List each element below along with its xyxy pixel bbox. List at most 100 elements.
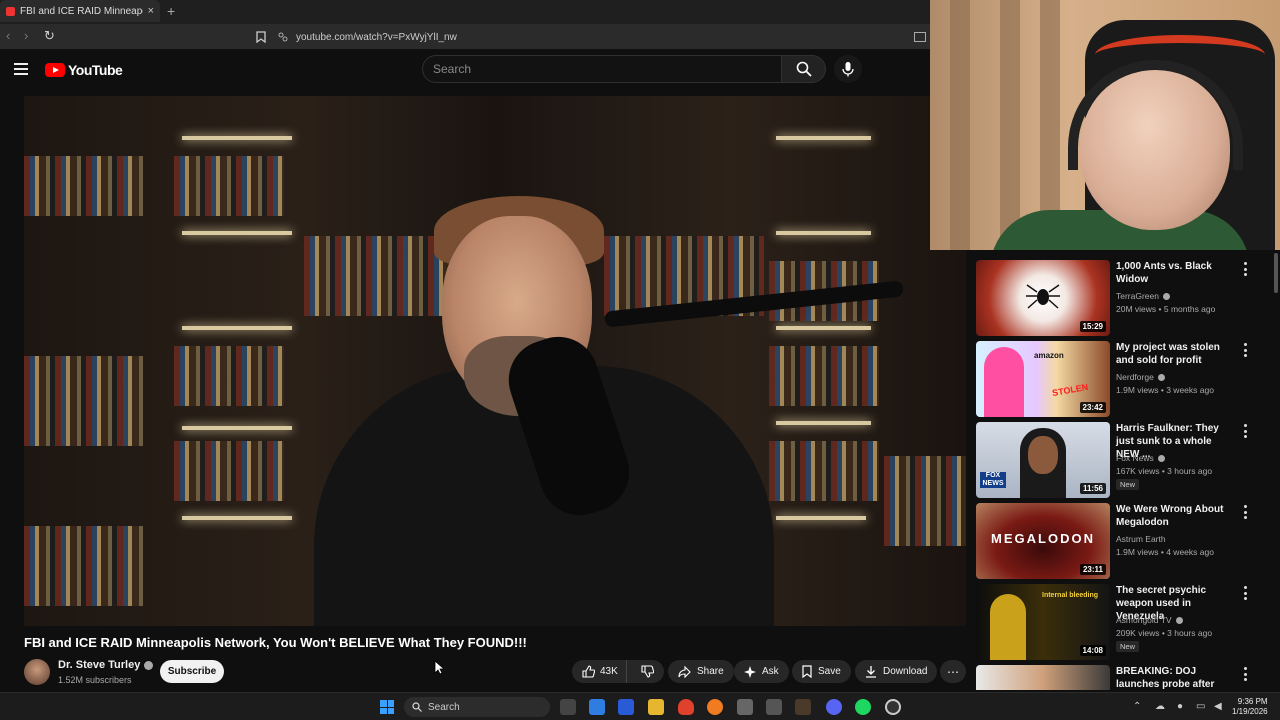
- more-options-icon[interactable]: [1240, 424, 1250, 438]
- video-duration: 23:42: [1079, 402, 1106, 413]
- share-label: Share: [697, 666, 724, 677]
- brave-browser-icon[interactable]: [678, 699, 694, 715]
- like-button[interactable]: 43K: [572, 660, 627, 683]
- network-icon[interactable]: ▭: [1196, 701, 1205, 712]
- channel-name[interactable]: Asmongold TV: [1116, 615, 1183, 625]
- video-thumbnail[interactable]: amazon STOLEN 23:42: [976, 341, 1110, 417]
- channel-avatar[interactable]: [24, 659, 50, 685]
- mouse-cursor-icon: [434, 660, 444, 675]
- download-icon: [866, 666, 876, 678]
- task-view-icon[interactable]: [560, 699, 576, 715]
- app-icon[interactable]: [589, 699, 605, 715]
- channel-name[interactable]: TerraGreen: [1116, 291, 1170, 301]
- channel-name[interactable]: Fox News: [1116, 453, 1165, 463]
- video-title[interactable]: We Were Wrong About Megalodon: [1116, 503, 1236, 529]
- subscriber-count: 1.52M subscribers: [58, 675, 132, 685]
- bookshelf: [769, 346, 879, 406]
- more-options-icon[interactable]: [1240, 505, 1250, 519]
- verified-icon: [1157, 455, 1165, 463]
- ask-label: Ask: [762, 666, 779, 677]
- reload-icon[interactable]: ↻: [44, 28, 55, 44]
- subscribe-button[interactable]: Subscribe: [160, 660, 224, 683]
- dislike-button[interactable]: [633, 665, 662, 678]
- fox-news-logo: FOX NEWS: [980, 472, 1006, 488]
- microphone-icon: [842, 62, 854, 77]
- volume-icon[interactable]: ◀: [1214, 701, 1222, 712]
- recommendation-item[interactable]: 15:29 1,000 Ants vs. Black Widow TerraGr…: [976, 258, 1276, 336]
- more-actions-icon[interactable]: ⋯: [940, 660, 966, 683]
- youtube-play-icon: [45, 63, 65, 77]
- back-arrow-icon[interactable]: ‹: [6, 28, 10, 43]
- chevron-up-icon[interactable]: ⌃: [1133, 701, 1141, 712]
- new-tab-button[interactable]: +: [167, 3, 175, 19]
- shelf-light: [182, 231, 292, 235]
- save-button[interactable]: Save: [792, 660, 851, 683]
- more-options-icon[interactable]: [1240, 667, 1250, 681]
- spotify-icon[interactable]: [855, 699, 871, 715]
- discord-icon[interactable]: [826, 699, 842, 715]
- channel-name[interactable]: Nerdforge: [1116, 372, 1165, 382]
- shelf-light: [776, 421, 871, 425]
- cloud-icon[interactable]: ☁: [1155, 701, 1165, 712]
- bookshelf-left: [24, 156, 144, 216]
- windows-taskbar: Search ⌃ ☁ ● ▭ ◀ 9:36 PM 1/19/2026: [0, 692, 1280, 720]
- bookmark-save-icon: [802, 665, 812, 678]
- app-icon[interactable]: [618, 699, 634, 715]
- youtube-header: YouTube Search: [0, 50, 930, 90]
- app-icon[interactable]: [737, 699, 753, 715]
- firefox-icon[interactable]: [707, 699, 723, 715]
- recommendation-item[interactable]: MEGALODON 23:11 We Were Wrong About Mega…: [976, 501, 1276, 579]
- sidebar-scrollbar[interactable]: [1274, 253, 1278, 293]
- windows-start-icon[interactable]: [380, 700, 394, 714]
- video-player[interactable]: [24, 96, 966, 626]
- close-tab-icon[interactable]: ×: [148, 5, 154, 17]
- shelf-light: [182, 136, 292, 140]
- video-thumbnail[interactable]: Internal bleeding 14:08: [976, 584, 1110, 660]
- more-options-icon[interactable]: [1240, 586, 1250, 600]
- youtube-logo[interactable]: YouTube: [45, 62, 123, 78]
- browser-tab[interactable]: FBI and ICE RAID Minneapolis ×: [0, 0, 160, 22]
- address-bar[interactable]: youtube.com/watch?v=PxWyjYlI_nw: [278, 27, 918, 47]
- taskbar-search[interactable]: Search: [404, 697, 550, 717]
- file-explorer-icon[interactable]: [648, 699, 664, 715]
- more-options-icon[interactable]: [1240, 262, 1250, 276]
- recommendation-item[interactable]: BREAKING: DOJ launches probe after anti-…: [976, 663, 1276, 690]
- search-input[interactable]: Search: [422, 55, 782, 83]
- video-thumbnail[interactable]: FOX NEWS 11:56: [976, 422, 1110, 498]
- voice-search-button[interactable]: [834, 55, 862, 83]
- video-title[interactable]: BREAKING: DOJ launches probe after anti-…: [1116, 665, 1236, 690]
- video-meta: 1.9M views • 4 weeks ago: [1116, 547, 1214, 557]
- channel-name-row[interactable]: Dr. Steve Turley: [58, 659, 154, 671]
- taskbar-clock[interactable]: 9:36 PM 1/19/2026: [1232, 697, 1268, 717]
- recommendation-item[interactable]: Internal bleeding 14:08 The secret psych…: [976, 582, 1276, 660]
- video-meta: 1.9M views • 3 weeks ago: [1116, 385, 1214, 395]
- recommendation-item[interactable]: amazon STOLEN 23:42 My project was stole…: [976, 339, 1276, 417]
- recommendation-item[interactable]: FOX NEWS 11:56 Harris Faulkner: They jus…: [976, 420, 1276, 498]
- more-options-icon[interactable]: [1240, 343, 1250, 357]
- download-button[interactable]: Download: [855, 660, 938, 683]
- app-icon[interactable]: [795, 699, 811, 715]
- bookmark-icon[interactable]: [256, 31, 266, 43]
- video-duration: 11:56: [1079, 483, 1106, 494]
- menu-icon[interactable]: [14, 63, 28, 78]
- video-title[interactable]: 1,000 Ants vs. Black Widow: [1116, 260, 1236, 286]
- thumbnail-face: [1028, 436, 1058, 474]
- video-thumbnail[interactable]: 15:29: [976, 260, 1110, 336]
- verified-icon: [144, 660, 154, 670]
- browser-tab-strip: FBI and ICE RAID Minneapolis × +: [0, 0, 930, 24]
- video-thumbnail[interactable]: [976, 665, 1110, 690]
- search-button[interactable]: [782, 55, 826, 83]
- channel-name[interactable]: Dr. Steve Turley: [58, 659, 140, 671]
- site-settings-icon[interactable]: [278, 32, 288, 42]
- app-icon[interactable]: [766, 699, 782, 715]
- channel-name[interactable]: Astrum Earth: [1116, 534, 1166, 544]
- microphone-tray-icon[interactable]: ●: [1177, 701, 1183, 712]
- video-thumbnail[interactable]: MEGALODON 23:11: [976, 503, 1110, 579]
- share-button[interactable]: Share: [668, 660, 734, 683]
- thumbnail-figure: [990, 594, 1026, 660]
- ask-button[interactable]: Ask: [734, 660, 789, 683]
- forward-arrow-icon[interactable]: ›: [24, 28, 28, 43]
- video-title[interactable]: My project was stolen and sold for profi…: [1116, 341, 1236, 367]
- sidebar-toggle-icon[interactable]: [914, 32, 926, 42]
- app-icon[interactable]: [885, 699, 901, 715]
